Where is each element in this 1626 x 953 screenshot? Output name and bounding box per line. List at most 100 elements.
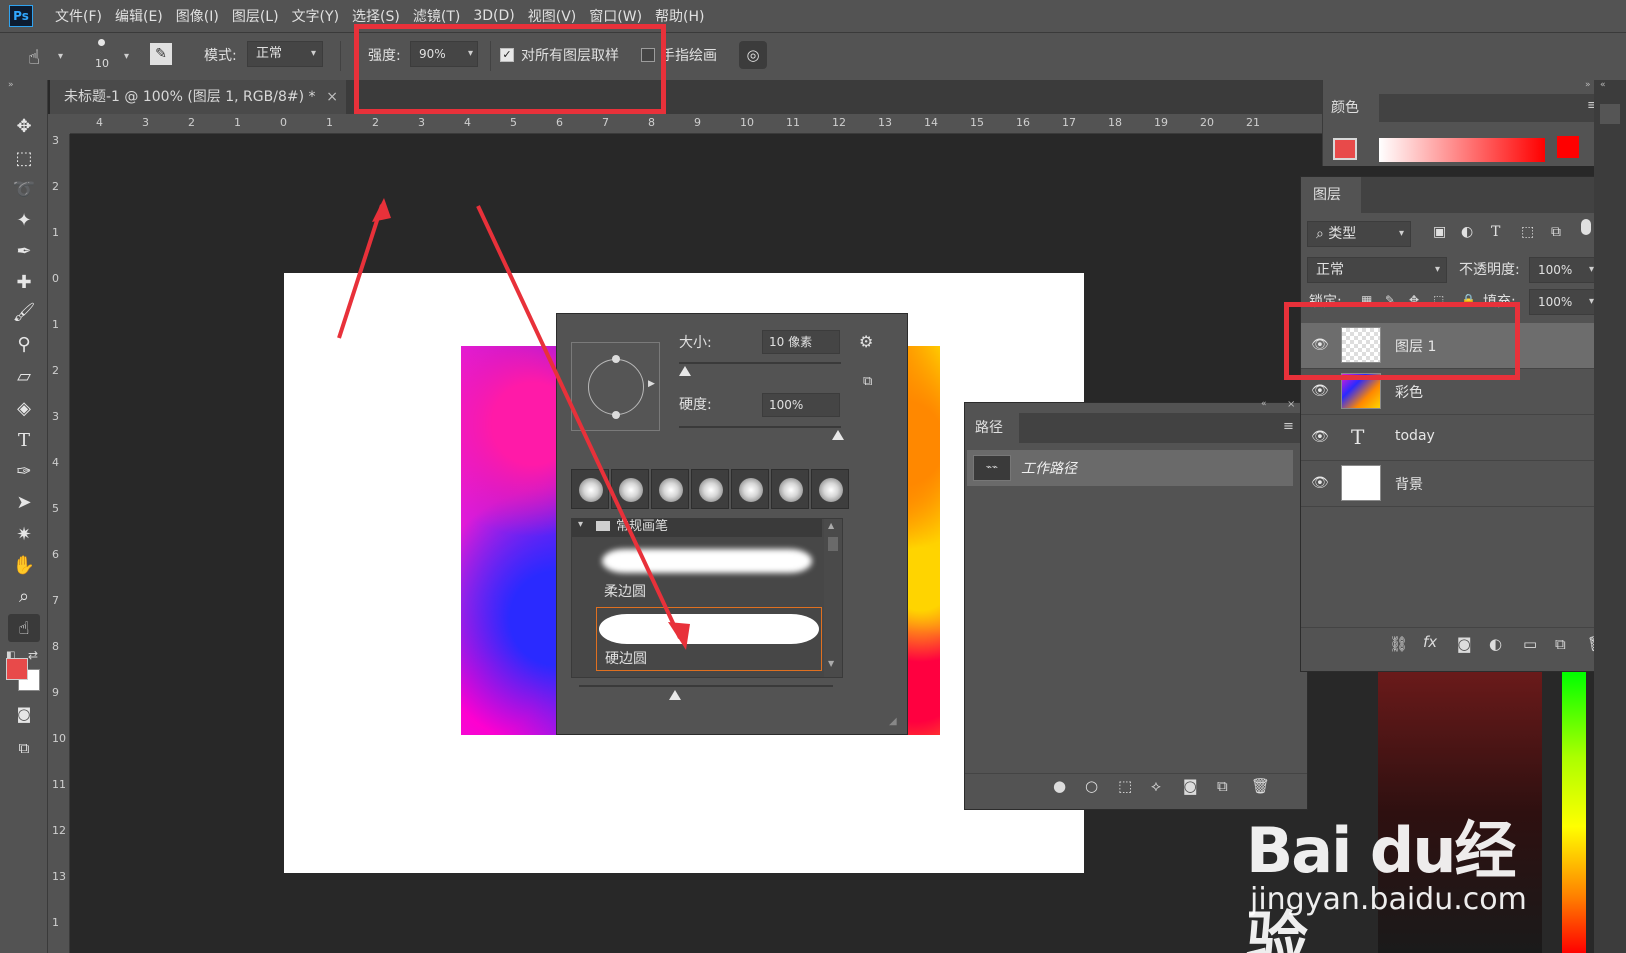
eye-icon[interactable]: 👁 [1311, 383, 1329, 399]
adjustment-layer-icon[interactable]: ◐ [1489, 635, 1502, 653]
tool-preset-chevron-icon[interactable]: ▾ [58, 51, 63, 62]
healing-brush-tool-icon[interactable]: ✚ [8, 268, 40, 296]
menu-3d[interactable]: 3D(D) [473, 8, 514, 24]
hardness-slider-thumb[interactable] [832, 430, 844, 440]
menu-view[interactable]: 视图(V) [528, 6, 577, 26]
move-tool-icon[interactable]: ✥ [8, 112, 40, 140]
document-tab[interactable]: 未标题-1 @ 100% (图层 1, RGB/8#) * × [50, 80, 346, 114]
smudge-tool-icon[interactable]: ☝ [28, 45, 40, 69]
filter-smart-object-icon[interactable]: ⧉ [1551, 224, 1561, 240]
menu-layer[interactable]: 图层(L) [232, 6, 279, 26]
path-select-tool-icon[interactable]: ➤ [8, 488, 40, 516]
hardness-slider-track[interactable] [679, 426, 841, 428]
brush-item-soft-round[interactable]: 柔边圆 [596, 541, 822, 603]
lasso-tool-icon[interactable]: ➰ [8, 175, 40, 203]
menu-type[interactable]: 文字(Y) [292, 6, 339, 26]
resize-grip-icon[interactable]: ◢ [889, 716, 897, 727]
color-ramp[interactable] [1379, 138, 1545, 162]
size-slider-thumb[interactable] [679, 366, 691, 376]
fill-path-icon[interactable]: ● [1053, 777, 1066, 795]
panel-menu-icon[interactable]: ≡ [1283, 419, 1294, 434]
vertical-ruler[interactable]: 3 2 1 0 1 2 3 4 5 6 7 8 9 10 11 12 13 1 [48, 134, 70, 953]
zoom-tool-icon[interactable]: ⌕ [8, 582, 40, 610]
brush-preset-swatch[interactable] [691, 469, 729, 509]
brush-preset-swatch[interactable] [811, 469, 849, 509]
gear-icon[interactable]: ⚙ [859, 332, 873, 351]
collapse-icon[interactable]: » [8, 80, 14, 90]
new-layer-icon[interactable]: ⧉ [1555, 635, 1566, 653]
mode-select[interactable]: 正常 ▾ [247, 41, 323, 67]
tab-layers[interactable]: 图层 [1301, 177, 1361, 213]
hand-tool-icon[interactable]: ✋ [8, 551, 40, 579]
brush-item-hard-round[interactable]: 硬边圆 [596, 607, 822, 671]
menu-window[interactable]: 窗口(W) [589, 6, 642, 26]
filter-toggle[interactable] [1581, 219, 1591, 235]
brush-preset-swatch[interactable] [611, 469, 649, 509]
magic-wand-tool-icon[interactable]: ✦ [8, 206, 40, 234]
size-slider-track[interactable] [679, 362, 841, 364]
add-mask-icon[interactable]: ◙ [1457, 635, 1472, 653]
horizontal-ruler[interactable]: 4 3 2 1 0 1 2 3 4 5 6 7 8 9 10 11 12 13 14 15 16 17 18 19 20 21 [70, 114, 1322, 134]
menu-file[interactable]: 文件(F) [55, 6, 102, 26]
eye-icon[interactable]: 👁 [1311, 475, 1329, 491]
filter-pixel-icon[interactable]: ▣ [1433, 224, 1446, 240]
brush-tool-icon[interactable]: 🖌 [8, 298, 40, 326]
swap-colors-icon[interactable]: ⇄ [28, 648, 38, 662]
menu-select[interactable]: 选择(S) [352, 6, 400, 26]
layer-style-icon[interactable]: fx [1423, 633, 1437, 651]
stamp-tool-icon[interactable]: ⚲ [8, 330, 40, 358]
preview-size-slider-thumb[interactable] [669, 690, 681, 700]
menu-edit[interactable]: 编辑(E) [115, 6, 163, 26]
roundness-handle-bottom[interactable] [612, 411, 620, 419]
pressure-icon[interactable]: ◎ [739, 41, 767, 69]
filter-adjustment-icon[interactable]: ◐ [1461, 224, 1473, 240]
brush-preset-swatch[interactable] [771, 469, 809, 509]
roundness-handle-top[interactable] [612, 355, 620, 363]
layer-row-today[interactable]: 👁 T today [1301, 415, 1625, 461]
foreground-color-swatch[interactable] [6, 658, 28, 680]
filter-shape-icon[interactable]: ⬚ [1521, 224, 1534, 240]
opacity-input[interactable]: 100% ▾ [1529, 257, 1601, 283]
screen-mode-icon[interactable]: ⧉ [8, 734, 40, 762]
fill-input[interactable]: 100% ▾ [1529, 289, 1601, 315]
brush-dot-icon[interactable] [98, 39, 105, 46]
brush-list-scrollbar[interactable]: ▲ ▼ [824, 519, 842, 677]
brush-settings-icon[interactable]: ✎ [150, 43, 172, 65]
tab-paths[interactable]: 路径 [965, 413, 1019, 443]
layer-row-background[interactable]: 👁 背景 🔒 [1301, 461, 1625, 507]
menu-image[interactable]: 图像(I) [176, 6, 219, 26]
tab-color[interactable]: 颜色 [1323, 94, 1379, 122]
preview-size-slider-track[interactable] [579, 685, 833, 687]
stroke-path-icon[interactable]: ○ [1085, 777, 1098, 795]
menu-help[interactable]: 帮助(H) [655, 6, 704, 26]
close-icon[interactable]: × [326, 80, 338, 114]
menu-filter[interactable]: 滤镜(T) [413, 6, 460, 26]
brush-preset-swatch[interactable] [651, 469, 689, 509]
dock-icon[interactable] [1600, 104, 1620, 124]
eye-icon[interactable]: 👁 [1311, 429, 1329, 445]
brush-picker-chevron-icon[interactable]: ▾ [124, 51, 129, 62]
selection-to-path-icon[interactable]: ⟡ [1151, 777, 1161, 795]
new-group-icon[interactable]: ▭ [1523, 635, 1537, 653]
size-input[interactable]: 10 像素 [762, 330, 840, 354]
layer-filter-select[interactable]: ⌕ 类型 ▾ [1307, 221, 1411, 247]
link-layers-icon[interactable]: ⛓ [1389, 635, 1408, 653]
quick-mask-icon[interactable]: ◙ [8, 700, 40, 728]
filter-type-icon[interactable]: T [1491, 224, 1500, 240]
new-preset-icon[interactable]: ⧉ [863, 374, 872, 389]
pen-tool-icon[interactable]: ✑ [8, 457, 40, 485]
marquee-tool-icon[interactable]: ⬚ [8, 144, 40, 172]
brush-group-header[interactable]: ▾ 常规画笔 [572, 519, 822, 537]
foreground-swatch[interactable] [1333, 138, 1357, 160]
collapse-icon[interactable]: « [1261, 399, 1267, 409]
scroll-thumb[interactable] [828, 537, 838, 551]
type-tool-icon[interactable]: T [8, 426, 40, 454]
eyedropper-tool-icon[interactable]: ✒ [8, 237, 40, 265]
current-color-swatch[interactable] [1557, 136, 1579, 158]
path-to-selection-icon[interactable]: ⬚ [1118, 777, 1132, 795]
blend-mode-select[interactable]: 正常 ▾ [1307, 257, 1447, 283]
brush-angle-preview[interactable]: ▶ [571, 342, 660, 431]
shape-tool-icon[interactable]: ✷ [8, 520, 40, 548]
collapse-icon[interactable]: » [1585, 80, 1591, 90]
brush-preset-swatch[interactable] [731, 469, 769, 509]
